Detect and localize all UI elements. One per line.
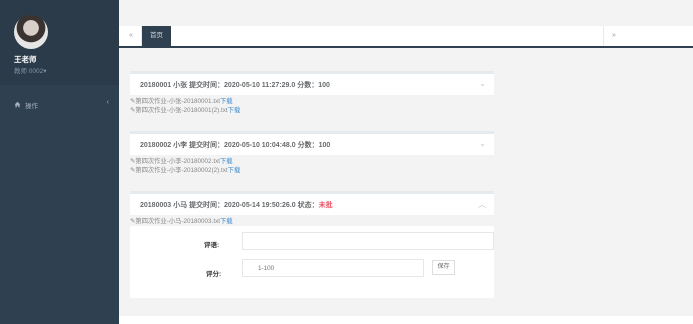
score-label: 评分: bbox=[206, 271, 222, 278]
profile-area: 王老师 教师 0002▾ bbox=[0, 0, 119, 85]
home-icon bbox=[14, 101, 21, 108]
chevron-left-icon: ‹ bbox=[106, 99, 109, 106]
sidebar: 王老师 教师 0002▾ 操作 ‹ bbox=[0, 0, 119, 324]
file-item: ✎第四次作业-小马-20180003.txt下载 bbox=[130, 216, 494, 225]
save-button[interactable]: 保存 bbox=[432, 260, 455, 275]
submission-title: 20180001 小张 提交时间：2020-05-10 11:27:29.0 分… bbox=[140, 82, 330, 89]
tab-scroll-left-button[interactable]: « bbox=[121, 26, 142, 46]
submission-title: 20180003 小马 提交时间：2020-05-14 19:50:26.0 状… bbox=[140, 200, 333, 210]
score-input[interactable] bbox=[242, 259, 424, 277]
sidebar-item-operations[interactable]: 操作 ‹ bbox=[0, 95, 119, 115]
chevron-down-icon[interactable]: ⌄ bbox=[479, 139, 486, 148]
file-list: ✎第四次作业-小张-20180001.txt下载 ✎第四次作业-小张-20180… bbox=[130, 96, 494, 114]
download-link[interactable]: 下载 bbox=[220, 98, 233, 105]
submission-panel: 20180001 小张 提交时间：2020-05-10 11:27:29.0 分… bbox=[130, 71, 494, 95]
download-link[interactable]: 下载 bbox=[220, 158, 233, 165]
user-role-dropdown[interactable]: 教师 0002▾ bbox=[14, 65, 47, 75]
submission-panel: 20180002 小李 提交时间：2020-05-10 10:04:48.0 分… bbox=[130, 131, 494, 155]
file-item: ✎第四次作业-小李-20180002(2).txt下载 bbox=[130, 165, 494, 174]
submission-title-text: 20180003 小马 提交时间：2020-05-14 19:50:26.0 状… bbox=[140, 202, 319, 209]
download-link[interactable]: 下载 bbox=[228, 107, 241, 114]
main-content: 20180001 小张 提交时间：2020-05-10 11:27:29.0 分… bbox=[119, 48, 693, 316]
submission-header[interactable]: 20180003 小马 提交时间：2020-05-14 19:50:26.0 状… bbox=[130, 191, 494, 215]
comment-label: 评语: bbox=[204, 242, 220, 249]
user-role: 教师 0002 bbox=[14, 68, 44, 75]
comment-input[interactable] bbox=[242, 232, 494, 250]
submission-title: 20180002 小李 提交时间：2020-05-10 10:04:48.0 分… bbox=[140, 142, 331, 149]
file-name: ✎第四次作业-小张-20180001(2).txt bbox=[130, 107, 228, 114]
file-list: ✎第四次作业-小马-20180003.txt下载 bbox=[130, 216, 494, 225]
tab-home[interactable]: 首页 bbox=[142, 26, 171, 46]
submission-panel: 20180003 小马 提交时间：2020-05-14 19:50:26.0 状… bbox=[130, 191, 494, 215]
footer bbox=[119, 316, 693, 324]
top-header bbox=[119, 0, 693, 26]
tab-scroll-right-button[interactable]: » bbox=[603, 26, 624, 46]
caret-down-icon: ▾ bbox=[43, 68, 47, 75]
submission-header[interactable]: 20180001 小张 提交时间：2020-05-10 11:27:29.0 分… bbox=[130, 71, 494, 95]
file-item: ✎第四次作业-小李-20180002.txt下载 bbox=[130, 156, 494, 165]
user-name[interactable]: 王老师 bbox=[14, 54, 37, 65]
chevron-up-icon[interactable]: ︿ bbox=[478, 199, 486, 210]
status-badge: 未批 bbox=[318, 202, 333, 209]
file-name: ✎第四次作业-小张-20180001.txt bbox=[130, 98, 220, 105]
sidebar-item-label: 操作 bbox=[25, 103, 38, 110]
submission-header[interactable]: 20180002 小李 提交时间：2020-05-10 10:04:48.0 分… bbox=[130, 131, 494, 155]
tabs-bar: « 首页 » bbox=[119, 26, 693, 48]
review-form: 评语: 评分: 保存 bbox=[130, 226, 494, 298]
file-name: ✎第四次作业-小李-20180002(2).txt bbox=[130, 167, 228, 174]
chevron-down-icon[interactable]: ⌄ bbox=[479, 79, 486, 88]
file-name: ✎第四次作业-小李-20180002.txt bbox=[130, 158, 220, 165]
file-name: ✎第四次作业-小马-20180003.txt bbox=[130, 218, 220, 225]
avatar[interactable] bbox=[14, 15, 48, 49]
download-link[interactable]: 下载 bbox=[220, 218, 233, 225]
file-list: ✎第四次作业-小李-20180002.txt下载 ✎第四次作业-小李-20180… bbox=[130, 156, 494, 174]
file-item: ✎第四次作业-小张-20180001.txt下载 bbox=[130, 96, 494, 105]
file-item: ✎第四次作业-小张-20180001(2).txt下载 bbox=[130, 105, 494, 114]
download-link[interactable]: 下载 bbox=[228, 167, 241, 174]
